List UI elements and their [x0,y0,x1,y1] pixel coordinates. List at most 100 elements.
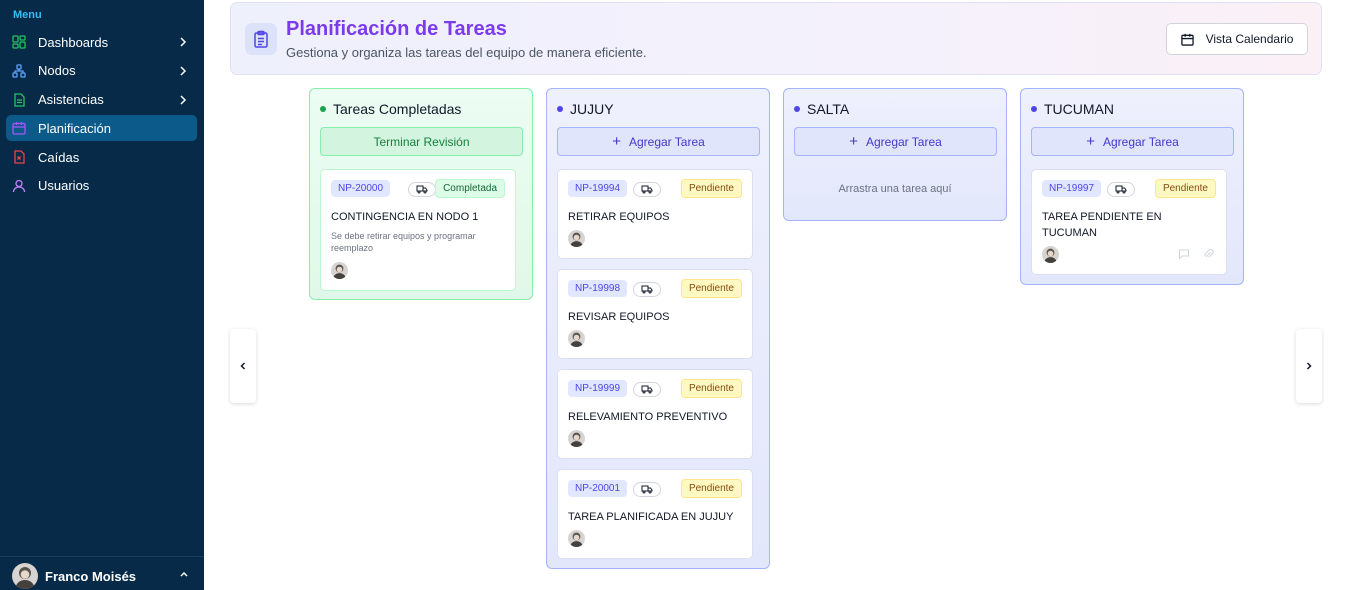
task-code: NP-20001 [568,480,628,497]
truck-icon [633,282,661,297]
chevron-right-icon [180,66,187,76]
card-actions [1178,248,1214,260]
task-code: NP-19998 [568,280,628,297]
column-title: SALTA [807,101,850,117]
dashboard-icon [12,35,26,49]
calendar-icon [12,122,26,136]
sidebar-item-label: Asistencias [38,92,104,108]
page-subtitle: Gestiona y organiza las tareas del equip… [286,45,647,60]
add-task-button[interactable]: + Agregar Tarea [557,127,760,156]
plus-icon: + [849,133,858,150]
task-title: TAREA PENDIENTE EN TUCUMAN [1042,211,1162,239]
task-title: CONTINGENCIA EN NODO 1 [331,211,479,223]
add-task-label: Agregar Tarea [628,134,705,149]
finish-review-button[interactable]: Terminar Revisión [320,127,523,156]
truck-icon [633,182,661,197]
comment-icon[interactable] [1178,248,1190,260]
sidebar-item-label: Caídas [38,149,80,165]
add-task-button[interactable]: + Agregar Tarea [1031,127,1234,156]
task-card[interactable]: NP-20001 Pendiente TAREA PLANIFICADA EN … [557,469,753,559]
status-badge: Pendiente [1154,179,1216,198]
page-title: Planificación de Tareas [286,18,507,40]
sidebar-item-label: Nodos [38,63,76,79]
page-header: Planificación de Tareas Gestiona y organ… [230,2,1322,75]
avatar [568,530,585,547]
avatar [331,262,348,279]
task-code: NP-19994 [568,180,628,197]
task-title: REVISAR EQUIPOS [568,311,670,323]
task-code: NP-20000 [331,180,391,197]
kanban-column-tucuman: TUCUMAN + Agregar Tarea NP-19997 Pendien… [1020,88,1244,285]
task-card[interactable]: NP-19998 Pendiente REVISAR EQUIPOS [557,269,753,359]
status-badge: Pendiente [680,479,742,498]
task-card[interactable]: NP-19997 Pendiente TAREA PENDIENTE EN TU… [1031,169,1227,275]
task-title: RETIRAR EQUIPOS [568,211,670,223]
scroll-left-button[interactable] [230,329,256,403]
column-title: JUJUY [570,101,614,117]
task-card[interactable]: NP-20000 Completada CONTINGENCIA EN NODO… [320,169,516,291]
sidebar-item-label: Usuarios [38,178,90,194]
task-code: NP-19999 [568,380,628,397]
column-header: JUJUY [557,101,614,117]
truck-icon [633,482,661,497]
chevron-left-icon [240,362,246,370]
avatar [568,330,585,347]
calendar-icon [1180,33,1194,46]
add-task-label: Agregar Tarea [1102,134,1179,149]
kanban-column-completadas: Tareas Completadas Terminar Revisión NP-… [309,88,533,300]
status-badge: Pendiente [680,279,742,298]
user-name: Franco Moisés [45,569,137,584]
file-alert-icon [14,150,25,164]
sidebar-item-nodos[interactable]: Nodos [6,58,197,84]
add-task-button[interactable]: + Agregar Tarea [794,127,997,156]
status-dot [794,106,800,112]
calendar-view-button[interactable]: Vista Calendario [1166,23,1308,55]
avatar [568,230,585,247]
user-menu[interactable]: Franco Moisés [0,556,204,590]
kanban-column-jujuy: JUJUY + Agregar Tarea NP-19994 Pendiente… [546,88,770,569]
sidebar-item-asistencias[interactable]: Asistencias [6,87,197,113]
calendar-view-label: Vista Calendario [1205,32,1294,46]
status-badge: Completada [435,179,505,198]
plus-icon: + [612,133,621,150]
status-badge: Pendiente [680,179,742,198]
kanban-column-salta: SALTA + Agregar Tarea Arrastra una tarea… [783,88,1007,221]
status-dot [1031,106,1037,112]
chevron-up-icon [180,571,188,577]
menu-heading: Menu [13,9,42,21]
truck-icon [1107,182,1135,197]
chevron-right-icon [180,37,187,47]
chevron-right-icon [180,95,187,105]
sidebar-item-usuarios[interactable]: Usuarios [6,173,197,199]
task-card[interactable]: NP-19999 Pendiente RELEVAMIENTO PREVENTI… [557,369,753,459]
sidebar: Menu Dashboards Nodos Asistencias Planif… [0,0,204,590]
sidebar-item-caidas[interactable]: Caídas [6,144,197,170]
drop-zone-hint[interactable]: Arrastra una tarea aquí [784,183,1006,195]
task-code: NP-19997 [1042,180,1102,197]
sidebar-item-label: Planificación [38,120,111,136]
paperclip-icon[interactable] [1202,248,1214,260]
avatar [568,430,585,447]
truck-icon [633,382,661,397]
sidebar-item-planificacion[interactable]: Planificación [6,115,197,142]
task-title: TAREA PLANIFICADA EN JUJUY [568,511,734,523]
task-card[interactable]: NP-19994 Pendiente RETIRAR EQUIPOS [557,169,753,259]
nodes-icon [12,64,26,78]
status-dot [320,106,326,112]
clipboard-icon [245,23,277,55]
finish-review-label: Terminar Revisión [373,134,470,149]
status-badge: Pendiente [680,379,742,398]
status-dot [557,106,563,112]
column-header: Tareas Completadas [320,101,461,117]
sidebar-item-dashboards[interactable]: Dashboards [6,29,197,55]
task-title: RELEVAMIENTO PREVENTIVO [568,411,728,423]
plus-icon: + [1086,133,1095,150]
column-title: Tareas Completadas [333,101,462,117]
task-description: Se debe retirar equipos y programar reem… [331,231,476,253]
truck-icon [408,182,436,197]
scroll-right-button[interactable] [1296,329,1322,403]
add-task-label: Agregar Tarea [865,134,942,149]
sidebar-nav: Dashboards Nodos Asistencias Planificaci… [6,29,197,202]
chevron-right-icon [1306,362,1312,370]
sidebar-item-label: Dashboards [38,34,109,50]
